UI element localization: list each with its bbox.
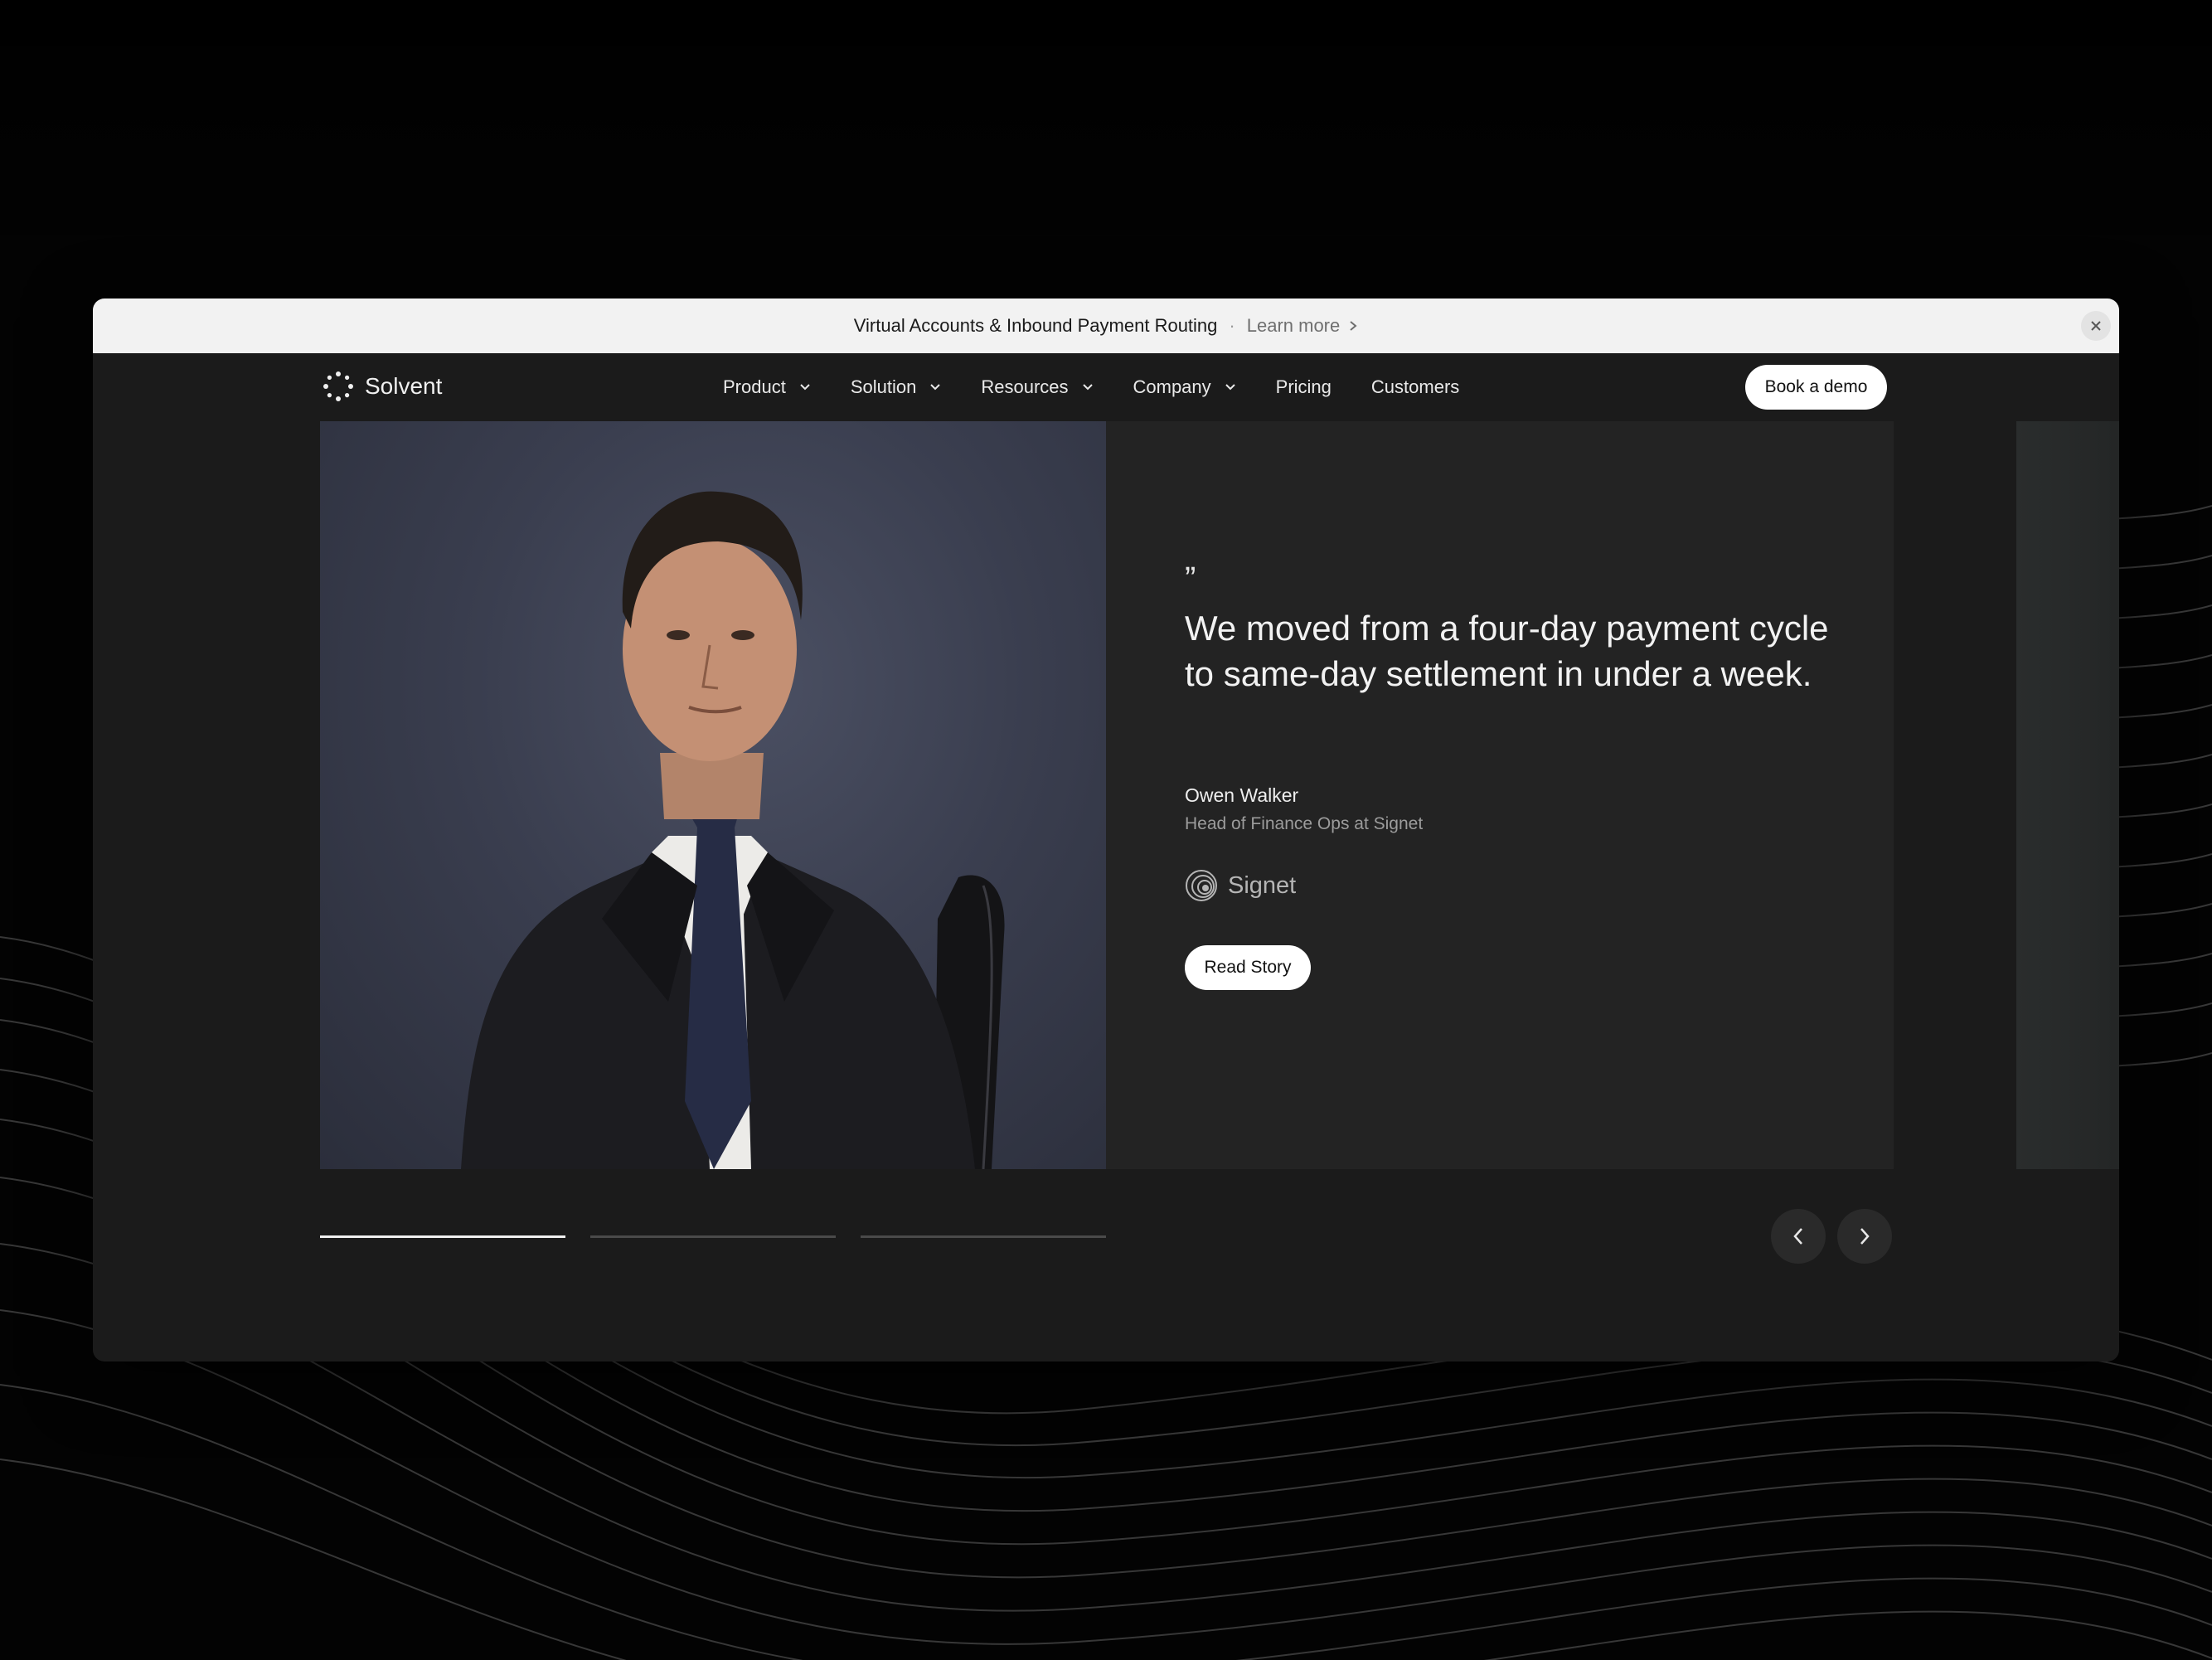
announcement-close-button[interactable] [2081,311,2111,341]
testimonial-author: Owen Walker [1185,784,1299,806]
carousel-progress-2[interactable] [590,1235,836,1238]
chevron-right-icon [1350,321,1357,331]
chevron-down-icon [1225,384,1235,391]
nav-item-label: Solution [850,376,917,397]
announcement-bar: Virtual Accounts & Inbound Payment Routi… [93,299,2119,353]
quote-mark: ” [1185,561,1196,597]
chevron-down-icon [1082,384,1093,391]
nav-item-label: Resources [981,376,1069,397]
nav-item-customers[interactable]: Customers [1371,376,1459,398]
nav-menu: Product Solution Resources Company Prici… [723,353,1459,421]
chevron-left-icon [1793,1228,1802,1245]
nav-item-company[interactable]: Company [1133,376,1236,398]
chevron-right-icon [1860,1228,1870,1245]
close-icon [2091,321,2101,331]
company-name: Signet [1228,871,1297,899]
book-demo-button[interactable]: Book a demo [1745,365,1887,410]
browser-window: Virtual Accounts & Inbound Payment Routi… [93,299,2119,1361]
nav-item-resources[interactable]: Resources [981,376,1093,398]
carousel-progress-3[interactable] [861,1235,1106,1238]
learn-more-label: Learn more [1246,315,1341,336]
testimonial-role: Head of Finance Ops at Signet [1185,814,1424,833]
chevron-down-icon [800,384,810,391]
nav-item-product[interactable]: Product [723,376,811,398]
announcement-separator: · [1229,315,1235,336]
testimonial-portrait [320,421,1106,1169]
nav-item-label: Company [1133,376,1211,397]
carousel-prev-button[interactable] [1771,1209,1826,1264]
nav-item-solution[interactable]: Solution [851,376,942,398]
testimonial-card: ” We moved from a four-day payment cycle… [320,421,1894,1169]
sparkle-logo-icon [323,371,353,401]
next-slide-preview[interactable] [2016,421,2119,1169]
learn-more-link[interactable]: Learn more [1247,315,1359,337]
nav-item-pricing[interactable]: Pricing [1276,376,1332,398]
company-logo: Signet [1185,869,1296,902]
chevron-down-icon [930,384,941,391]
nav-item-label: Product [723,376,786,397]
testimonial-quote: We moved from a four-day payment cycle t… [1185,609,1829,693]
top-navigation: Solvent Product Solution Resources Compa… [93,353,2119,421]
nav-item-label: Pricing [1275,376,1332,397]
brand-logo[interactable]: Solvent [323,371,442,401]
announcement-text: Virtual Accounts & Inbound Payment Routi… [853,315,1218,336]
brand-name: Solvent [365,373,443,399]
concentric-circles-logo-icon [1186,870,1217,901]
read-story-button[interactable]: Read Story [1185,945,1311,990]
carousel-next-button[interactable] [1837,1209,1892,1264]
carousel-progress-1[interactable] [320,1235,565,1238]
nav-item-label: Customers [1370,376,1460,397]
